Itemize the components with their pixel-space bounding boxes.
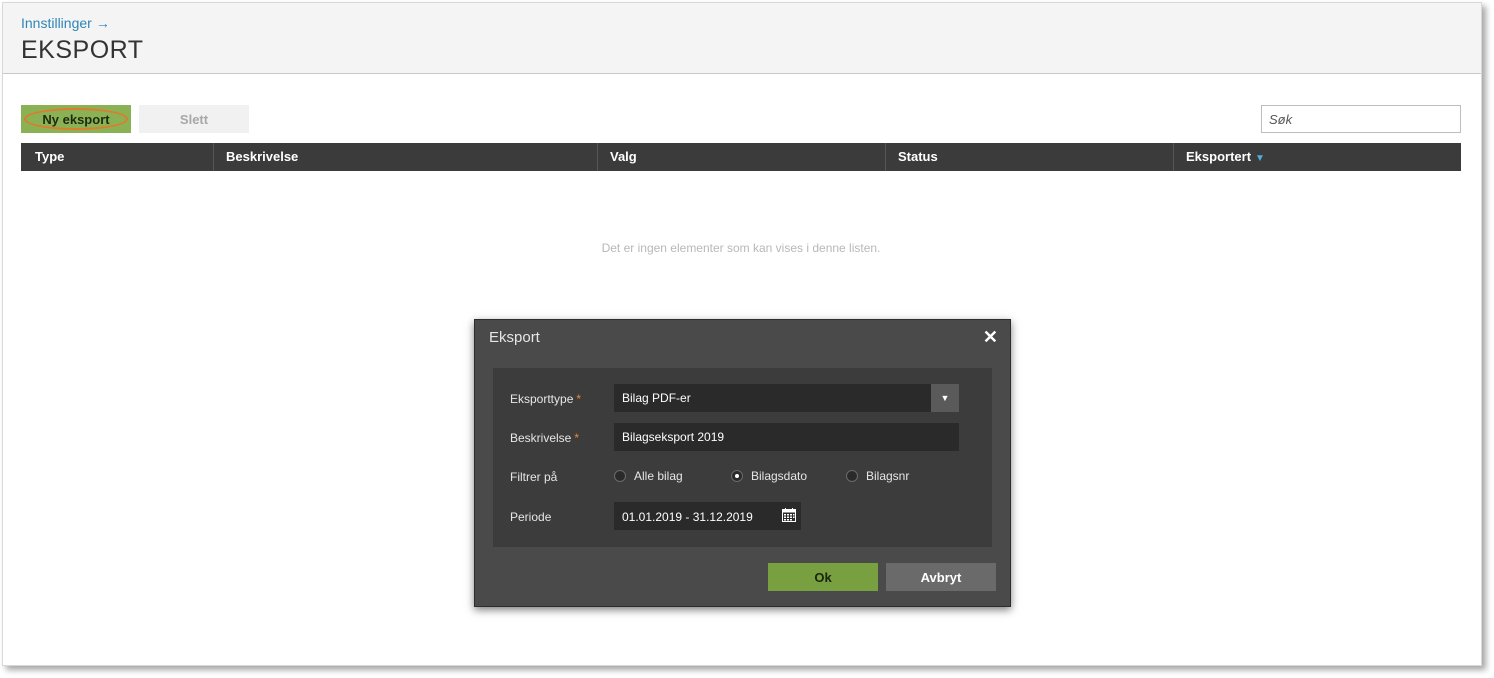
required-marker: * [576, 392, 582, 406]
filter-label: Filtrer på [510, 470, 558, 484]
dialog-title: Eksport [489, 329, 540, 346]
page-title: EKSPORT [21, 36, 144, 64]
period-label: Periode [510, 510, 552, 524]
radio-button[interactable] [846, 470, 858, 482]
radio-voucher-date[interactable]: Bilagsdato [731, 469, 807, 483]
close-icon[interactable]: ✕ [983, 327, 998, 348]
empty-list-message: Det er ingen elementer som kan vises i d… [601, 241, 881, 255]
export-dialog: Eksport ✕ Eksporttype * Bilag PDF-er ▼ Be… [474, 319, 1011, 607]
app-window: Innstillinger → EKSPORT Ny eksport Slett … [2, 2, 1482, 666]
chevron-down-icon[interactable]: ▼ [931, 384, 959, 412]
export-type-select[interactable]: Bilag PDF-er ▼ [614, 384, 959, 412]
cancel-button[interactable]: Avbryt [886, 563, 996, 591]
radio-button[interactable] [614, 470, 626, 482]
radio-label: Bilagsnr [866, 469, 910, 483]
highlight-ring [24, 108, 128, 130]
column-header-type[interactable]: Type [21, 143, 213, 171]
column-header-description[interactable]: Beskrivelse [213, 143, 597, 171]
radio-label: Alle bilag [634, 469, 683, 483]
required-marker: * [574, 431, 580, 445]
export-type-label-text: Eksporttype [510, 392, 574, 406]
column-header-exported-label: Eksportert [1186, 149, 1252, 164]
period-date-range-input[interactable]: 01.01.2019 - 31.12.2019 [614, 502, 801, 530]
new-export-button[interactable]: Ny eksport [21, 105, 131, 133]
description-input[interactable] [614, 423, 959, 451]
calendar-icon[interactable] [782, 508, 796, 522]
delete-button[interactable]: Slett [139, 105, 249, 133]
radio-all-vouchers[interactable]: Alle bilag [614, 469, 683, 483]
arrow-right-icon: → [95, 15, 110, 31]
search-input[interactable] [1261, 105, 1461, 133]
export-type-value: Bilag PDF-er [622, 391, 691, 405]
page-header: Innstillinger → EKSPORT [3, 3, 1481, 74]
column-header-options[interactable]: Valg [597, 143, 885, 171]
export-type-label: Eksporttype * [510, 392, 581, 406]
ok-button[interactable]: Ok [768, 563, 878, 591]
dialog-form: Eksporttype * Bilag PDF-er ▼ Beskrivelse *… [493, 368, 992, 547]
description-label: Beskrivelse * [510, 431, 579, 445]
column-header-status[interactable]: Status [885, 143, 1173, 171]
radio-button-checked[interactable] [731, 470, 743, 482]
radio-label: Bilagsdato [751, 469, 808, 483]
radio-voucher-number[interactable]: Bilagsnr [846, 469, 909, 483]
column-header-exported[interactable]: Eksportert ▼ [1173, 143, 1461, 171]
breadcrumb-link[interactable]: Innstillinger [21, 15, 92, 31]
table-header: Type Beskrivelse Valg Status Eksportert ▼ [21, 143, 1461, 171]
sort-down-icon: ▼ [1255, 153, 1265, 164]
period-value: 01.01.2019 - 31.12.2019 [622, 510, 753, 524]
description-label-text: Beskrivelse [510, 431, 572, 445]
breadcrumb[interactable]: Innstillinger → [21, 15, 110, 31]
